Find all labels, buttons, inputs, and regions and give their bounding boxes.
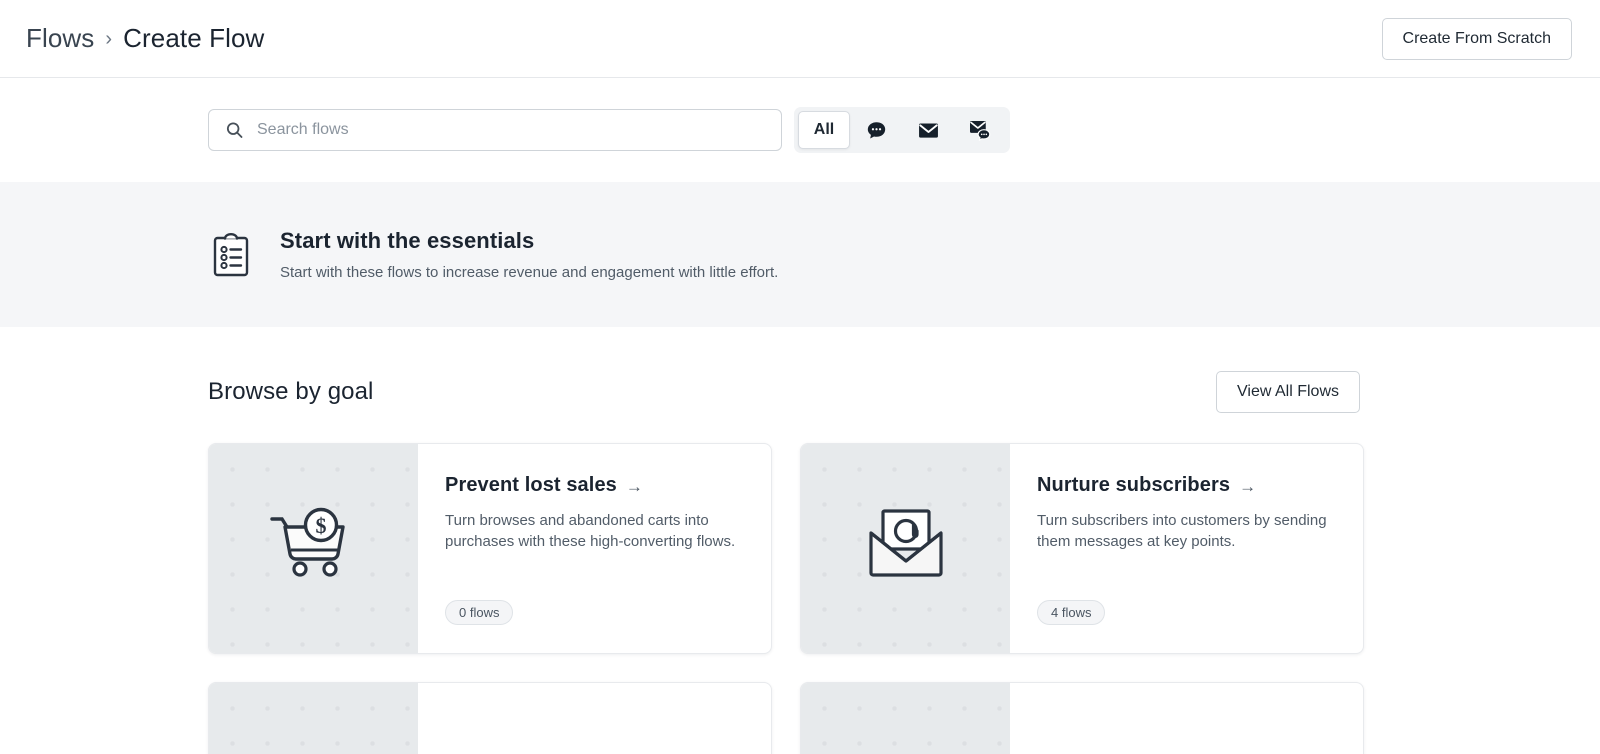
card-description: Turn subscribers into customers by sendi… [1037,512,1327,551]
filter-all-label: All [813,121,835,138]
card-title: Prevent lost sales → [445,474,745,497]
card-body: Prevent lost sales → Turn browses and ab… [418,444,771,653]
filter-email-and-sms-button[interactable] [954,111,1006,149]
search-input[interactable] [208,109,782,151]
arrow-right-icon: → [1239,476,1257,496]
open-envelope-at-icon [861,503,951,594]
browse-by-goal-header: Browse by goal View All Flows [0,327,1600,413]
card-description: Turn browses and abandoned carts into pu… [445,512,736,551]
essentials-banner: Start with the essentials Start with the… [0,182,1600,327]
goal-card-prevent-lost-sales[interactable]: $ Prevent lost sales → Turn browses and … [208,443,772,654]
goal-card-remind-people-to-purchase[interactable]: Remind people to purchase → [800,682,1364,754]
search-filter-row: All [0,78,1600,182]
goal-card-build-customer-loyalty[interactable]: Build customer loyalty → [208,682,772,754]
svg-text:$: $ [315,513,326,538]
card-thumbnail [209,683,418,754]
goal-card-nurture-subscribers[interactable]: Nurture subscribers → Turn subscribers i… [800,443,1364,654]
card-thumbnail [801,444,1010,653]
card-title-text: Prevent lost sales [445,474,617,496]
breadcrumb-current-page: Create Flow [123,23,265,53]
card-title-text: Nurture subscribers [1037,474,1231,496]
card-body: Build customer loyalty → [418,683,771,754]
essentials-banner-subtitle: Start with these flows to increase reven… [280,264,779,281]
create-from-scratch-button[interactable]: Create From Scratch [1381,17,1572,60]
search-field-wrapper [208,109,782,151]
top-bar: Flows › Create Flow Create From Scratch [0,0,1600,78]
card-title: Nurture subscribers → [1037,474,1337,497]
channel-filter-group: All [794,107,1010,153]
filter-sms-button[interactable] [850,111,902,149]
page-title: Browse by goal [208,378,374,405]
filter-email-button[interactable] [902,111,954,149]
view-all-flows-button[interactable]: View All Flows [1216,371,1360,413]
card-flow-count-badge: 0 flows [445,600,514,625]
card-body: Remind people to purchase → [1010,683,1363,754]
filter-all-button[interactable]: All [798,111,850,149]
arrow-right-icon: → [625,476,643,496]
goal-card-grid: $ Prevent lost sales → Turn browses and … [0,413,1600,754]
card-flow-count-badge: 4 flows [1037,600,1106,625]
envelope-chat-icon [969,120,992,141]
breadcrumb-separator-icon: › [105,28,113,50]
chat-bubble-icon [866,120,887,141]
card-thumbnail [801,683,1010,754]
breadcrumb-flows-link[interactable]: Flows [26,23,94,54]
breadcrumb: Flows › Create Flow [26,23,264,54]
essentials-banner-text: Start with the essentials Start with the… [280,228,778,281]
shopping-cart-dollar-icon: $ [266,503,362,594]
card-body: Nurture subscribers → Turn subscribers i… [1010,444,1363,653]
card-thumbnail: $ [209,444,418,653]
essentials-banner-title: Start with the essentials [280,228,535,253]
envelope-icon [918,122,939,139]
clipboard-checklist-icon [208,232,254,278]
